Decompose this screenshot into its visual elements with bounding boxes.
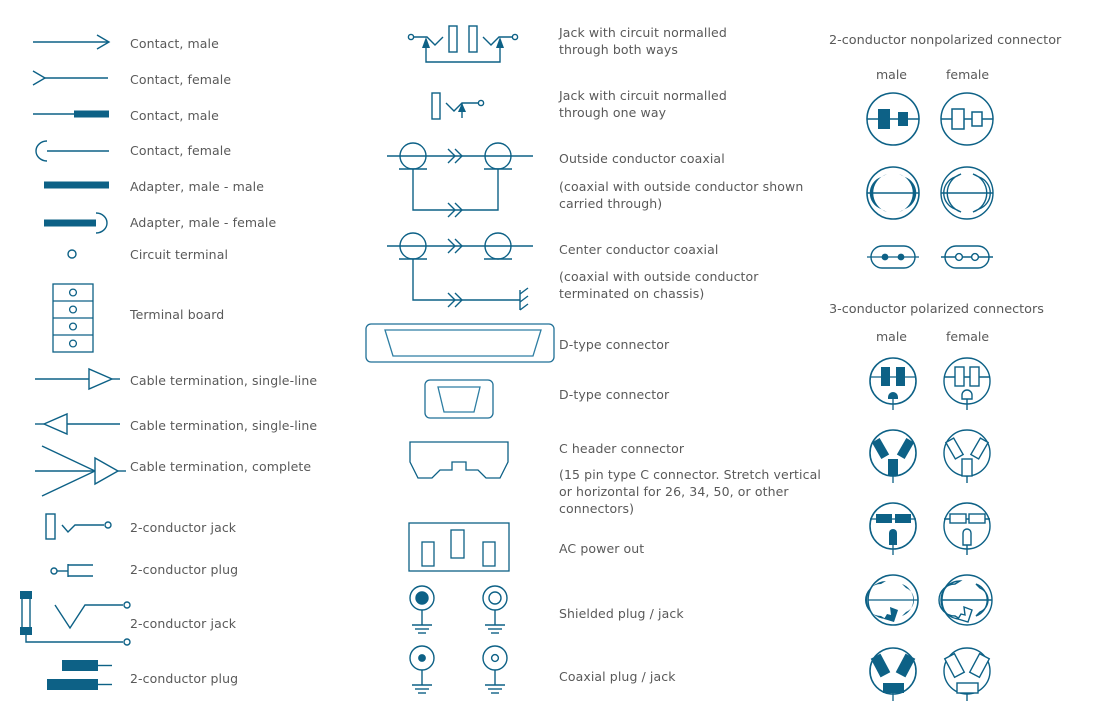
contact-male-arrow-icon (33, 34, 111, 50)
column2-label-12: Coaxial plug / jack (559, 669, 676, 684)
column1-label-14: 2-conductor plug (130, 671, 239, 686)
column1-label-12: 2-conductor plug (130, 562, 239, 577)
column2-label-1: Jack with circuit normalled through one … (559, 88, 727, 120)
jack-normalled-both-ways-icon (407, 25, 519, 63)
column1-label-5: Adapter, male - female (130, 215, 277, 230)
polarized-straight-male-icon (869, 357, 917, 410)
polarized-flat-female-icon (943, 502, 991, 555)
column1-label-4: Adapter, male - male (130, 179, 264, 194)
column1-label-3: Contact, female (130, 143, 232, 158)
c-header-connector-icon (409, 441, 509, 479)
center-conductor-coaxial-icon (387, 232, 533, 311)
two-conductor-plug-small-icon (50, 564, 93, 577)
contact-female-arrow-icon (32, 70, 108, 86)
d-type-connector-small-icon (424, 379, 494, 419)
coaxial-plug-jack-icon (409, 645, 508, 694)
column2-label-8: C header connector (559, 441, 685, 456)
polarized-tri-female-icon (943, 647, 991, 701)
ac-power-out-icon (408, 522, 510, 572)
column1-label-13: 2-conductor jack (130, 616, 237, 631)
adapter-male-female-icon (44, 212, 108, 234)
cable-termination-right-icon (35, 367, 120, 391)
group1-female-label: female (946, 67, 990, 82)
group1-title: 2-conductor nonpolarized connector (829, 33, 1062, 48)
column2-label-3: (coaxial with outside conductor shown ca… (559, 179, 804, 211)
circuit-terminal-icon (67, 249, 77, 259)
nonpolarized-pin-male-icon (867, 245, 919, 269)
group2-title: 3-conductor polarized connectors (829, 302, 1044, 317)
group1-male-label: male (876, 67, 907, 82)
contact-female-arc-icon (35, 140, 109, 162)
column1-label-11: 2-conductor jack (130, 520, 237, 535)
column2-label-10: AC power out (559, 541, 645, 556)
nonpolarized-curved-male-icon (866, 166, 920, 220)
contact-male-bar-icon (33, 110, 109, 118)
two-conductor-jack-small-icon (45, 513, 112, 540)
nonpolarized-pin-female-icon (941, 245, 993, 269)
jack-normalled-one-way-icon (431, 92, 485, 120)
column1-label-6: Circuit terminal (130, 247, 229, 262)
column1-label-0: Contact, male (130, 36, 219, 51)
nonpolarized-blade-male-icon (866, 92, 920, 146)
polarized-tri-male-icon (869, 647, 917, 701)
d-type-connector-wide-icon (365, 323, 555, 363)
outside-conductor-coaxial-icon (387, 142, 533, 218)
polarized-angled-female-icon (943, 429, 991, 483)
polarized-twist-male-icon (865, 574, 919, 626)
nonpolarized-blade-female-icon (940, 92, 994, 146)
column2-label-9: (15 pin type C connector. Stretch vertic… (559, 467, 821, 516)
column1-label-2: Contact, male (130, 108, 219, 123)
column2-label-11: Shielded plug / jack (559, 606, 684, 621)
cable-termination-left-icon (35, 412, 120, 436)
shielded-plug-jack-icon (409, 585, 508, 634)
terminal-board-icon (52, 283, 94, 353)
column2-label-4: Center conductor coaxial (559, 242, 719, 257)
polarized-straight-female-icon (943, 357, 991, 410)
column2-label-5: (coaxial with outside conductor terminat… (559, 269, 759, 301)
column2-label-6: D-type connector (559, 337, 670, 352)
two-conductor-plug-large-icon (47, 660, 112, 690)
column2-label-2: Outside conductor coaxial (559, 151, 725, 166)
connectors-symbol-sheet: Contact, male Contact, female Contact, m… (0, 0, 1118, 725)
group2-male-label: male (876, 329, 907, 344)
column2-label-7: D-type connector (559, 387, 670, 402)
polarized-twist-female-icon (938, 574, 993, 626)
polarized-angled-male-icon (869, 429, 917, 483)
column1-label-1: Contact, female (130, 72, 232, 87)
cable-termination-complete-icon (35, 445, 126, 497)
column1-label-7: Terminal board (130, 307, 225, 322)
column1-label-10: Cable termination, complete (130, 459, 312, 474)
group2-female-label: female (946, 329, 990, 344)
adapter-male-male-icon (44, 181, 109, 189)
column1-label-9: Cable termination, single-line (130, 418, 318, 433)
polarized-flat-male-icon (869, 502, 917, 555)
column1-label-8: Cable termination, single-line (130, 373, 318, 388)
nonpolarized-curved-female-icon (940, 166, 994, 220)
column2-label-0: Jack with circuit normalled through both… (559, 25, 727, 57)
